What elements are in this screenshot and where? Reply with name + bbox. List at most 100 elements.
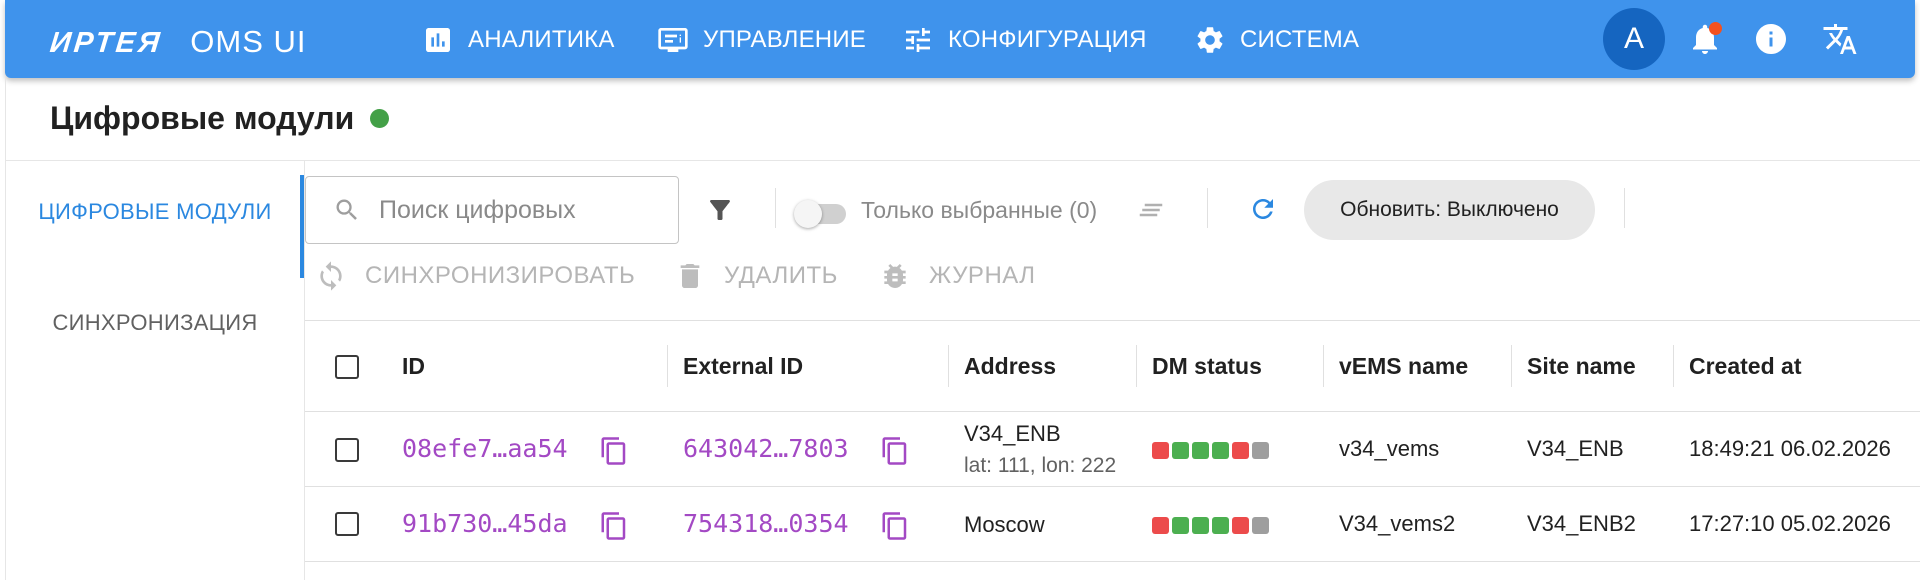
auto-refresh-chip[interactable]: Обновить: Выключено [1304,180,1595,240]
notifications-button[interactable] [1685,19,1725,59]
sidenav-active-indicator [300,175,304,278]
info-icon [1756,24,1786,54]
row-vems-name: V34_vems2 [1339,511,1456,536]
dm-status-square-green [1192,442,1209,459]
column-header-created-at[interactable]: Created at [1689,353,1801,380]
tune-icon [906,28,930,52]
filter-button[interactable] [705,195,735,225]
row-id-link[interactable]: 08efe7…aa54 [402,434,568,463]
gear-icon [1197,27,1223,53]
row-external-id-link[interactable]: 643042…7803 [683,434,849,463]
nav-analytics[interactable]: АНАЛИТИКА [422,22,615,58]
row-site-name: V34_ENB2 [1527,511,1636,536]
toolbar-separator [1624,188,1625,228]
row-created-at: 17:27:10 05.02.2026 [1689,511,1891,536]
row-external-id-link[interactable]: 754318…0354 [683,509,849,538]
row-checkbox[interactable] [335,512,359,536]
sync-label: СИНХРОНИЗИРОВАТЬ [365,262,636,289]
nav-configuration[interactable]: КОНФИГУРАЦИЯ [902,22,1147,58]
dm-status-square-green [1192,517,1209,534]
column-separator[interactable] [1511,345,1512,387]
copy-external-id-button[interactable] [880,436,910,466]
brand-name: ИРТЕЯ [48,27,165,59]
journal-label: ЖУРНАЛ [929,262,1036,289]
row-address: V34_ENB [964,421,1061,446]
clear-all-icon [1139,203,1163,217]
dm-status-square-red [1232,517,1249,534]
column-header-dm-status[interactable]: DM status [1152,353,1262,380]
column-header-vems-name[interactable]: vEMS name [1339,353,1468,380]
search-input[interactable] [379,195,669,225]
filter-icon [710,200,730,220]
copy-external-id-button[interactable] [880,511,910,541]
dm-status-square-red [1232,442,1249,459]
content-left-border [5,78,6,580]
sidenav-item-digital-modules[interactable]: ЦИФРОВЫЕ МОДУЛИ [10,198,300,226]
dm-status-square-green [1212,517,1229,534]
nav-system-label: СИСТЕМА [1240,26,1360,53]
only-selected-label: Только выбранные (0) [861,197,1098,223]
row-vems-name: v34_vems [1339,436,1440,461]
row-checkbox[interactable] [335,438,359,462]
row-divider [305,486,1920,487]
column-header-site-name[interactable]: Site name [1527,353,1636,380]
info-button[interactable] [1751,19,1791,59]
dm-status-square-gray [1252,442,1269,459]
status-indicator [370,109,390,128]
toggle-thumb [794,200,822,228]
dm-status-indicator [1152,442,1272,459]
nav-management[interactable]: УПРАВЛЕНИЕ [657,22,866,58]
product-name: OMS UI [190,24,307,59]
clear-selection-button[interactable] [1136,195,1166,225]
trash-icon [680,264,700,288]
page-header: Цифровые модули [50,100,390,137]
logo[interactable]: ИРТЕЯ OMS UI [48,24,307,60]
search-icon [336,199,357,220]
copy-icon [601,512,626,540]
column-separator[interactable] [1673,345,1674,387]
row-id-link[interactable]: 91b730…45da [402,509,568,538]
dm-status-indicator [1152,517,1272,534]
copy-id-button[interactable] [599,436,629,466]
delete-label: УДАЛИТЬ [724,262,838,289]
nav-system[interactable]: СИСТЕМА [1194,22,1359,58]
nav-management-label: УПРАВЛЕНИЕ [703,26,866,53]
language-button[interactable] [1820,19,1860,59]
refresh-button[interactable] [1248,194,1278,224]
column-header-id[interactable]: ID [402,353,425,380]
dm-status-square-gray [1252,517,1269,534]
notification-badge [1709,22,1722,35]
sidenav-item-sync[interactable]: СИНХРОНИЗАЦИЯ [10,310,300,336]
app-bar: ИРТЕЯ OMS UI АНАЛИТИКА УПРАВЛЕНИЕ КОНФИГ… [5,0,1915,78]
dm-status-square-green [1172,442,1189,459]
copy-icon [882,512,907,540]
toolbar-separator [775,188,776,228]
column-separator[interactable] [948,345,949,387]
delete-button[interactable]: УДАЛИТЬ [674,256,838,296]
header-divider [5,160,1920,161]
row-created-at: 18:49:21 06.02.2026 [1689,436,1891,461]
nav-analytics-label: АНАЛИТИКА [468,26,615,53]
analytics-icon [426,28,450,52]
column-separator[interactable] [1323,345,1324,387]
row-divider [305,561,1920,562]
bug-icon [884,264,906,288]
dm-status-square-green [1172,517,1189,534]
dm-status-square-red [1152,442,1169,459]
sync-button[interactable]: СИНХРОНИЗИРОВАТЬ [315,256,635,296]
copy-id-button[interactable] [599,511,629,541]
column-header-external-id[interactable]: External ID [683,353,803,380]
copy-icon [882,437,907,465]
copy-icon [601,437,626,465]
journal-button[interactable]: ЖУРНАЛ [879,256,1036,296]
management-icon [658,28,688,52]
column-header-address[interactable]: Address [964,353,1056,380]
column-separator[interactable] [667,345,668,387]
select-all-checkbox[interactable] [335,355,359,379]
sync-icon [320,261,342,291]
column-separator[interactable] [1136,345,1137,387]
search-field[interactable] [305,176,679,244]
only-selected-toggle[interactable] [794,197,850,228]
row-site-name: V34_ENB [1527,436,1624,461]
avatar[interactable]: A [1603,8,1665,70]
